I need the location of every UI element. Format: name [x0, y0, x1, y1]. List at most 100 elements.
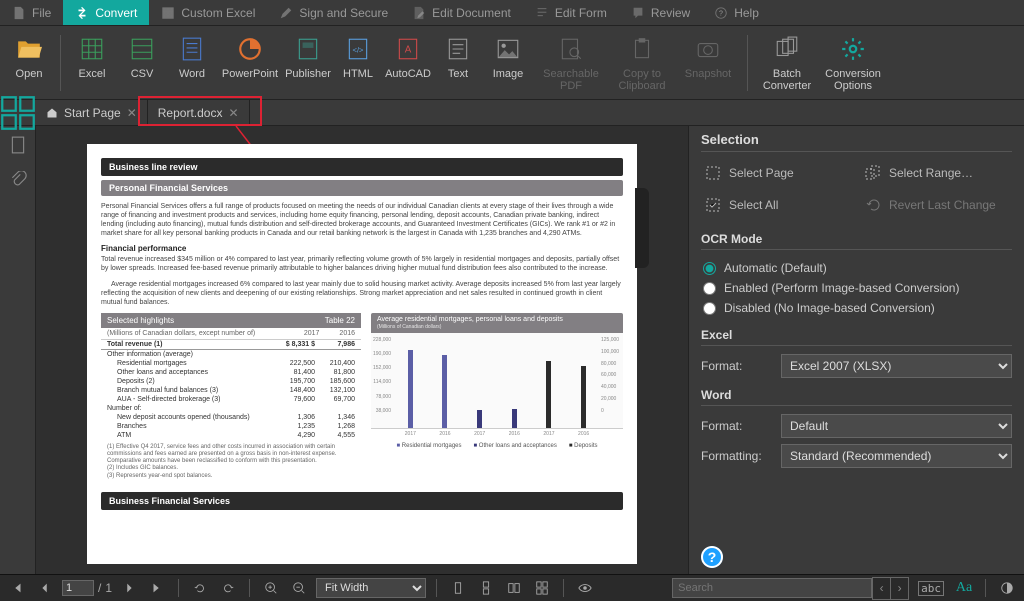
select-page-button[interactable]: Select Page — [701, 160, 841, 186]
page-input[interactable] — [62, 580, 94, 596]
paragraph: Total revenue increased $345 million or … — [101, 255, 623, 273]
menu-custom-excel[interactable]: Custom Excel — [149, 0, 267, 25]
contrast-button[interactable] — [996, 578, 1018, 598]
copy-clipboard-button[interactable]: Copy to Clipboard — [609, 30, 675, 96]
menu-edit-document[interactable]: Edit Document — [400, 0, 523, 25]
last-icon — [150, 581, 164, 595]
home-icon — [46, 107, 58, 119]
pages-panel-button[interactable] — [9, 136, 27, 157]
paragraph: Personal Financial Services offers a ful… — [101, 202, 623, 238]
rotate-ccw-button[interactable] — [189, 578, 211, 598]
html-icon: </> — [345, 36, 371, 62]
menu-sign-secure[interactable]: Sign and Secure — [267, 0, 400, 25]
table-row: New deposit accounts opened (thousands)1… — [101, 413, 361, 422]
page-thumb-tab[interactable] — [635, 188, 649, 268]
image-button[interactable]: Image — [483, 30, 533, 96]
close-icon[interactable]: ✕ — [228, 106, 238, 120]
document-tabs: Start Page✕ Report.docx✕ — [0, 100, 1024, 126]
word-format-select[interactable]: Default — [781, 414, 1012, 438]
folder-open-icon — [16, 36, 42, 62]
chart-subtitle: (Millions of Canadian dollars) — [377, 324, 441, 330]
ppt-label: PowerPoint — [222, 68, 278, 80]
word-button[interactable]: Word — [167, 30, 217, 96]
tab-report-docx[interactable]: Report.docx✕ — [148, 100, 250, 125]
menu-file[interactable]: File — [0, 0, 63, 25]
powerpoint-button[interactable]: PowerPoint — [217, 30, 283, 96]
heading-business-line: Business line review — [101, 158, 623, 176]
panel-section-ocr: OCR Mode — [701, 232, 1012, 250]
help-button[interactable]: ? — [701, 546, 723, 568]
bar-group — [408, 350, 413, 428]
snapshot-label: Snapshot — [685, 68, 731, 80]
prev-page-button[interactable] — [34, 578, 56, 598]
table-row: Total revenue (1)$ 8,331 $7,986 — [101, 340, 361, 350]
text-button[interactable]: Text — [433, 30, 483, 96]
search-input[interactable] — [672, 578, 872, 598]
menu-review[interactable]: Review — [619, 0, 702, 25]
table-row: Other information (average) — [101, 350, 361, 359]
menu-review-label: Review — [651, 6, 690, 20]
html-button[interactable]: </>HTML — [333, 30, 383, 96]
autocad-button[interactable]: AAutoCAD — [383, 30, 433, 96]
chart-title-text: Average residential mortgages, personal … — [377, 316, 563, 323]
preview-toggle[interactable] — [574, 578, 596, 598]
open-button[interactable]: Open — [4, 30, 54, 96]
zoom-in-button[interactable] — [260, 578, 282, 598]
zoom-in-icon — [264, 581, 278, 595]
first-page-button[interactable] — [6, 578, 28, 598]
menu-help[interactable]: ? Help — [702, 0, 771, 25]
menu-help-label: Help — [734, 6, 759, 20]
snapshot-button[interactable]: Snapshot — [675, 30, 741, 96]
svg-text:?: ? — [719, 10, 723, 17]
continuous-button[interactable] — [475, 578, 497, 598]
rotate-cw-button[interactable] — [217, 578, 239, 598]
csv-button[interactable]: CSV — [117, 30, 167, 96]
revert-button[interactable]: Revert Last Change — [861, 192, 1001, 218]
autocad-label: AutoCAD — [385, 68, 431, 80]
paperclip-icon — [9, 171, 27, 189]
ocr-disabled-radio[interactable]: Disabled (No Image-based Conversion) — [701, 298, 1012, 318]
menu-convert[interactable]: Convert — [63, 0, 149, 25]
publisher-icon — [295, 36, 321, 62]
select-all-button[interactable]: Select All — [701, 192, 841, 218]
publisher-button[interactable]: Publisher — [283, 30, 333, 96]
image-label: Image — [493, 68, 524, 80]
searchable-pdf-button[interactable]: Searchable PDF — [533, 30, 609, 96]
menu-edit-form[interactable]: Edit Form — [523, 0, 619, 25]
ocr-enabled-radio[interactable]: Enabled (Perform Image-based Conversion) — [701, 278, 1012, 298]
conversion-options-button[interactable]: Conversion Options — [820, 30, 886, 96]
word-formatting-select[interactable]: Standard (Recommended) — [781, 444, 1012, 468]
publisher-label: Publisher — [285, 68, 331, 80]
menu-convert-label: Convert — [95, 6, 137, 20]
chevron-left-icon — [38, 581, 52, 595]
search-next-button[interactable]: › — [890, 578, 908, 599]
match-case-button[interactable]: Aa — [953, 578, 975, 598]
select-range-button[interactable]: Select Range… — [861, 160, 1001, 186]
thumbnails-toggle[interactable] — [0, 100, 36, 126]
zoom-out-button[interactable] — [288, 578, 310, 598]
close-icon[interactable]: ✕ — [127, 106, 137, 120]
single-page-button[interactable] — [447, 578, 469, 598]
tab-start-page[interactable]: Start Page✕ — [36, 100, 148, 125]
ocr-auto-radio[interactable]: Automatic (Default) — [701, 258, 1012, 278]
next-page-button[interactable] — [118, 578, 140, 598]
excel-button[interactable]: Excel — [67, 30, 117, 96]
batch-converter-button[interactable]: Batch Converter — [754, 30, 820, 96]
page-number: / 1 — [62, 580, 112, 596]
separator — [249, 579, 250, 597]
excel-format-select[interactable]: Excel 2007 (XLSX) — [781, 354, 1012, 378]
pen-icon — [279, 6, 293, 20]
search-prev-button[interactable]: ‹ — [872, 578, 890, 599]
table-row: Residential mortgages222,500210,400 — [101, 359, 361, 368]
zoom-select[interactable]: Fit Width — [316, 578, 426, 598]
table-title: Selected highlights — [107, 316, 174, 325]
facing-continuous-button[interactable] — [531, 578, 553, 598]
attachments-button[interactable] — [9, 171, 27, 192]
word-formatting-label: Formatting: — [701, 449, 775, 463]
document-viewer[interactable]: Business line review Personal Financial … — [36, 126, 688, 574]
match-word-button[interactable]: abc — [915, 578, 947, 598]
revert-label: Revert Last Change — [889, 198, 996, 212]
facing-button[interactable] — [503, 578, 525, 598]
last-page-button[interactable] — [146, 578, 168, 598]
clipboard-icon — [629, 36, 655, 62]
